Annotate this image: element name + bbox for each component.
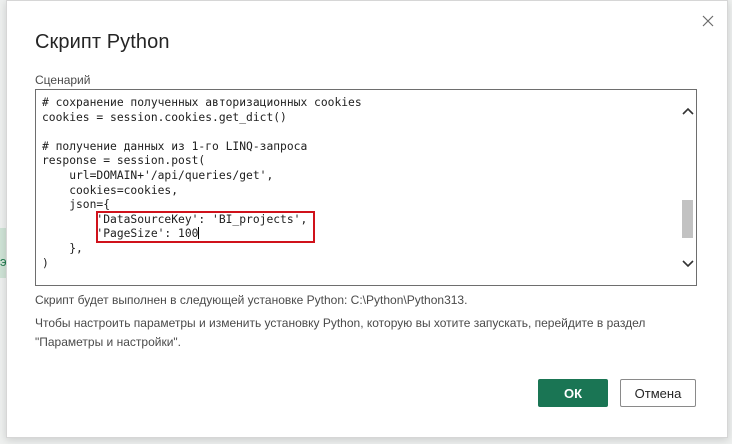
scroll-up-button[interactable] — [679, 102, 696, 120]
code-line: # сохранение полученных авторизационных … — [42, 96, 362, 109]
script-field-label: Сценарий — [35, 73, 91, 87]
code-line: 'DataSourceKey': 'BI_projects', — [42, 212, 308, 226]
script-editor[interactable]: # сохранение полученных авторизационных … — [35, 89, 697, 286]
python-install-info: Скрипт будет выполнен в следующей устано… — [35, 293, 468, 307]
ok-button[interactable]: ОК — [538, 379, 608, 407]
chevron-up-icon — [681, 107, 694, 115]
code-line: cookies=cookies, — [42, 183, 179, 197]
code-line-text: 'PageSize': 100 — [42, 227, 199, 241]
chevron-down-icon — [681, 260, 694, 268]
scroll-down-button[interactable] — [679, 255, 696, 273]
code-line: # получение данных из 1-го LINQ-запроса — [42, 139, 308, 153]
close-icon — [702, 15, 714, 27]
settings-hint-line-1: Чтобы настроить параметры и изменить уст… — [35, 316, 646, 330]
code-line: url=DOMAIN+'/api/queries/get', — [42, 168, 274, 182]
code-line: cookies = session.cookies.get_dict() — [42, 110, 287, 124]
dialog-title: Скрипт Python — [35, 31, 170, 53]
code-line-with-caret: 'PageSize': 100 — [42, 227, 362, 242]
code-line: json={ — [42, 198, 111, 212]
text-caret — [198, 227, 200, 240]
python-script-dialog: Скрипт Python Сценарий # сохранение полу… — [6, 0, 728, 438]
vertical-scrollbar[interactable] — [679, 90, 696, 285]
code-line: }, — [42, 241, 83, 255]
script-code[interactable]: # сохранение полученных авторизационных … — [42, 96, 362, 271]
settings-hint-line-2: "Параметры и настройки". — [35, 335, 181, 349]
cancel-button[interactable]: Отмена — [620, 379, 696, 407]
code-line: response = session.post( — [42, 154, 206, 168]
close-button[interactable] — [697, 10, 719, 32]
scrollbar-thumb[interactable] — [682, 200, 693, 238]
code-line: ) — [42, 256, 49, 270]
